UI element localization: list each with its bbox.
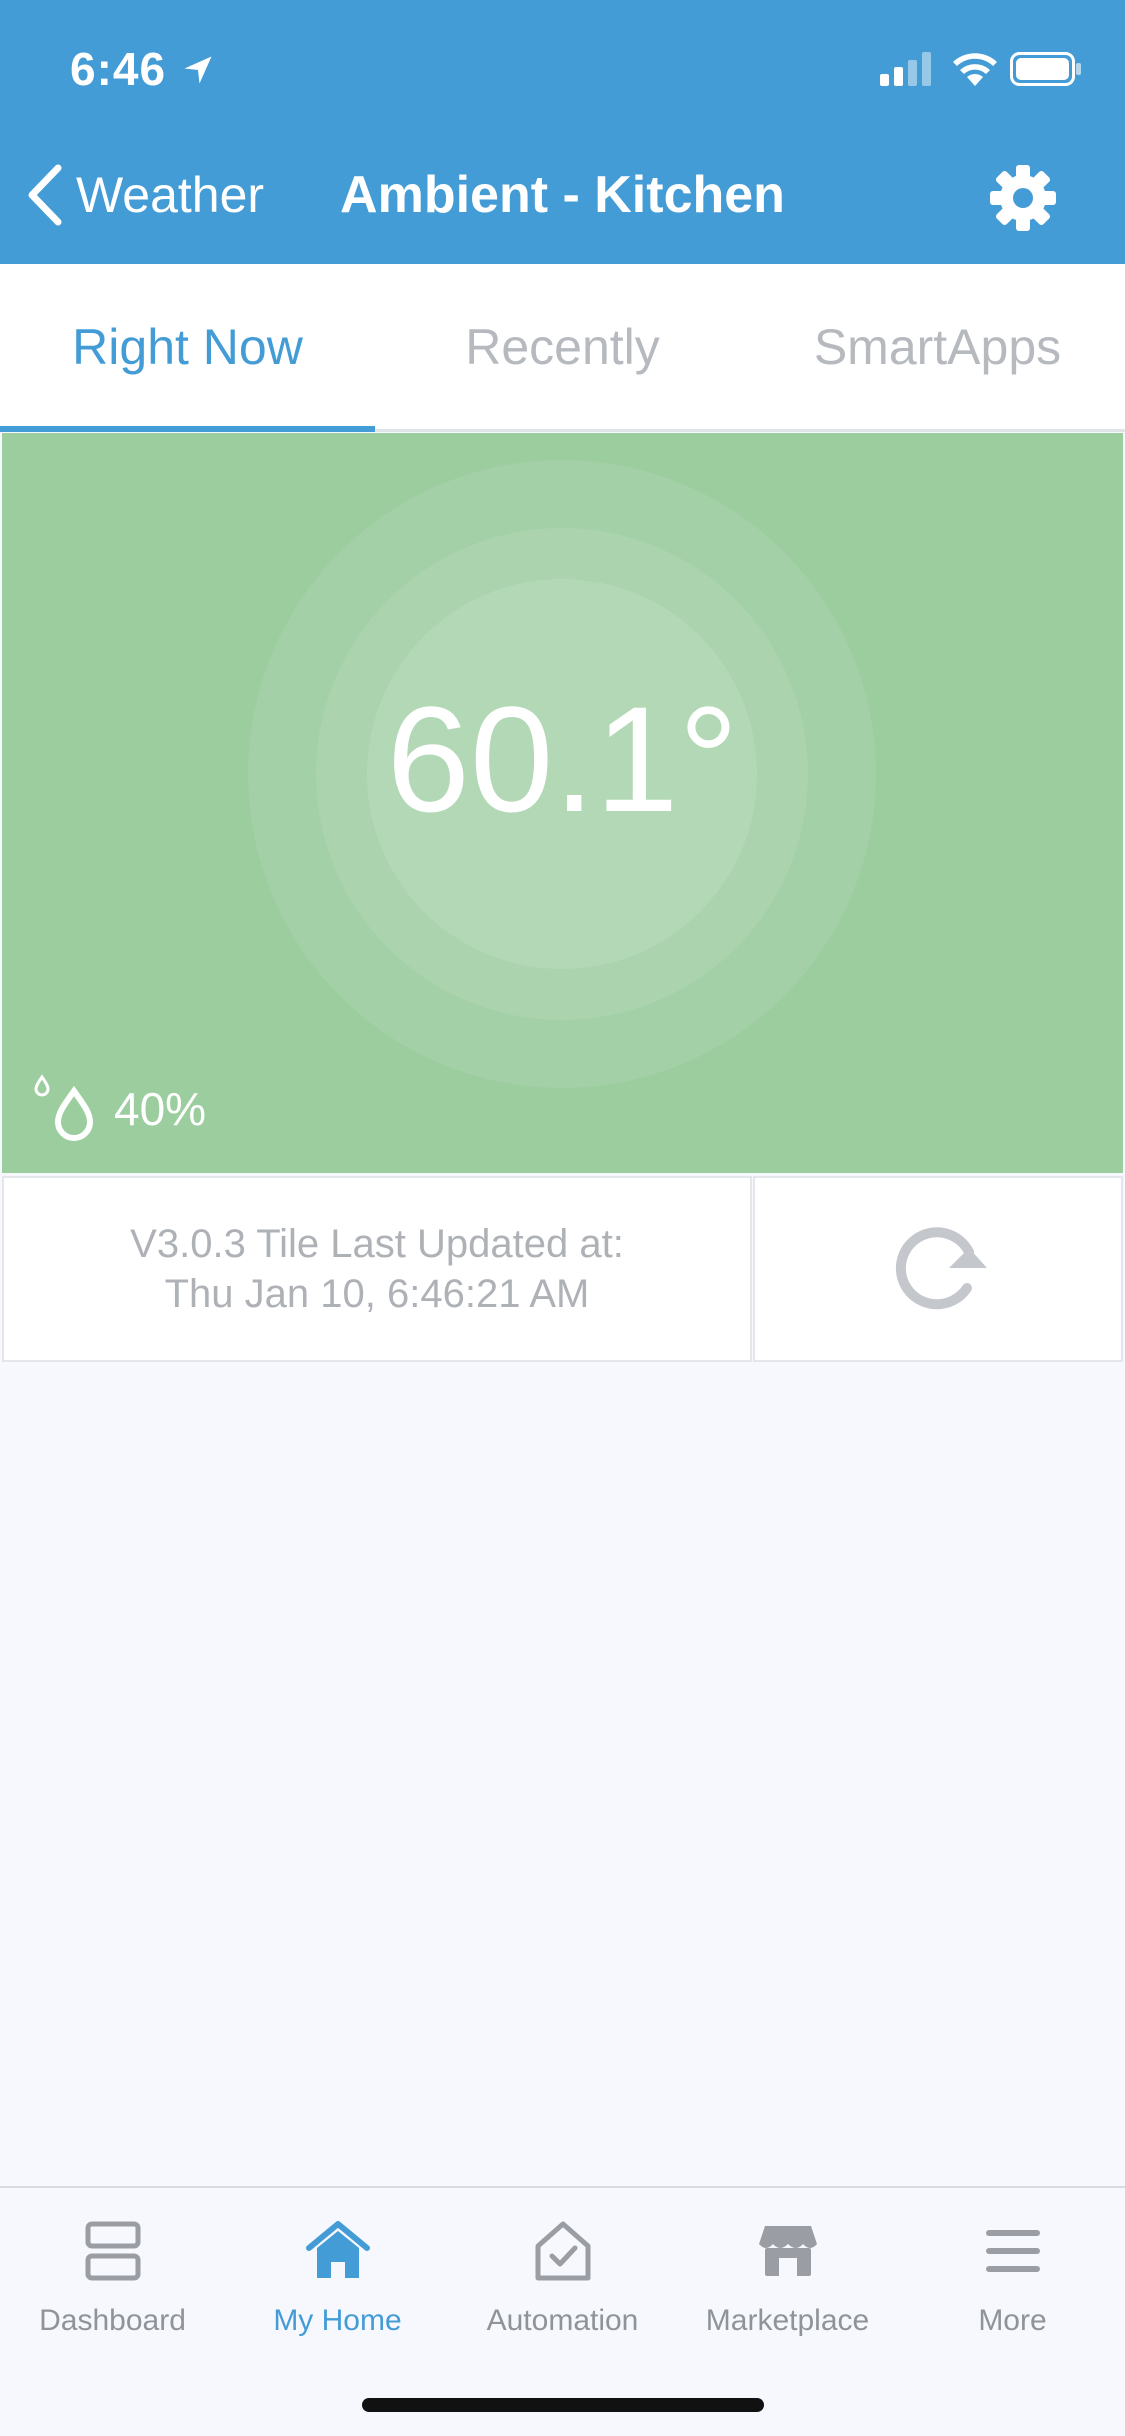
signal-icon: [880, 52, 931, 86]
automation-icon: [535, 2221, 590, 2281]
location-arrow-icon: [184, 56, 212, 84]
nav-my-home[interactable]: My Home: [225, 2218, 450, 2368]
temperature-value: 60.1°: [386, 675, 739, 843]
refresh-button[interactable]: [753, 1176, 1123, 1362]
page-title: Ambient - Kitchen: [340, 166, 785, 224]
tab-bar: Right Now Recently SmartApps: [0, 264, 1125, 432]
home-icon: [305, 2221, 370, 2278]
humidity-indicator: 40%: [32, 1073, 206, 1145]
nav-my-home-label: My Home: [273, 2304, 402, 2337]
wifi-icon: [953, 53, 997, 86]
nav-more[interactable]: More: [900, 2218, 1125, 2368]
nav-automation[interactable]: Automation: [450, 2218, 675, 2368]
gear-icon[interactable]: [988, 163, 1058, 233]
humidity-value: 40%: [114, 1083, 207, 1135]
last-updated-line1: V3.0.3 Tile Last Updated at:: [130, 1222, 624, 1266]
nav-automation-label: Automation: [486, 2304, 639, 2337]
marketplace-icon: [758, 2226, 817, 2276]
refresh-icon: [895, 1227, 987, 1310]
temperature-tile[interactable]: 60.1° 40%: [2, 433, 1123, 1173]
tab-smartapps[interactable]: SmartApps: [750, 264, 1125, 429]
tab-right-now[interactable]: Right Now: [0, 264, 375, 432]
water-drops-icon: [34, 1074, 94, 1141]
status-time: 6:46: [70, 43, 167, 95]
last-updated-tile: V3.0.3 Tile Last Updated at: Thu Jan 10,…: [2, 1176, 752, 1362]
menu-icon: [985, 2230, 1040, 2272]
nav-dashboard-label: Dashboard: [39, 2304, 186, 2337]
tab-recently[interactable]: Recently: [375, 264, 750, 429]
nav-more-label: More: [978, 2304, 1047, 2337]
nav-marketplace-label: Marketplace: [705, 2304, 870, 2337]
home-indicator[interactable]: [362, 2398, 764, 2412]
last-updated-line2: Thu Jan 10, 6:46:21 AM: [164, 1272, 590, 1316]
nav-dashboard[interactable]: Dashboard: [0, 2218, 225, 2368]
app-header: 6:46 Weather Ambient - Kitchen: [0, 0, 1125, 264]
nav-marketplace[interactable]: Marketplace: [675, 2218, 900, 2368]
battery-icon: [1010, 52, 1081, 86]
dashboard-icon: [85, 2221, 140, 2281]
